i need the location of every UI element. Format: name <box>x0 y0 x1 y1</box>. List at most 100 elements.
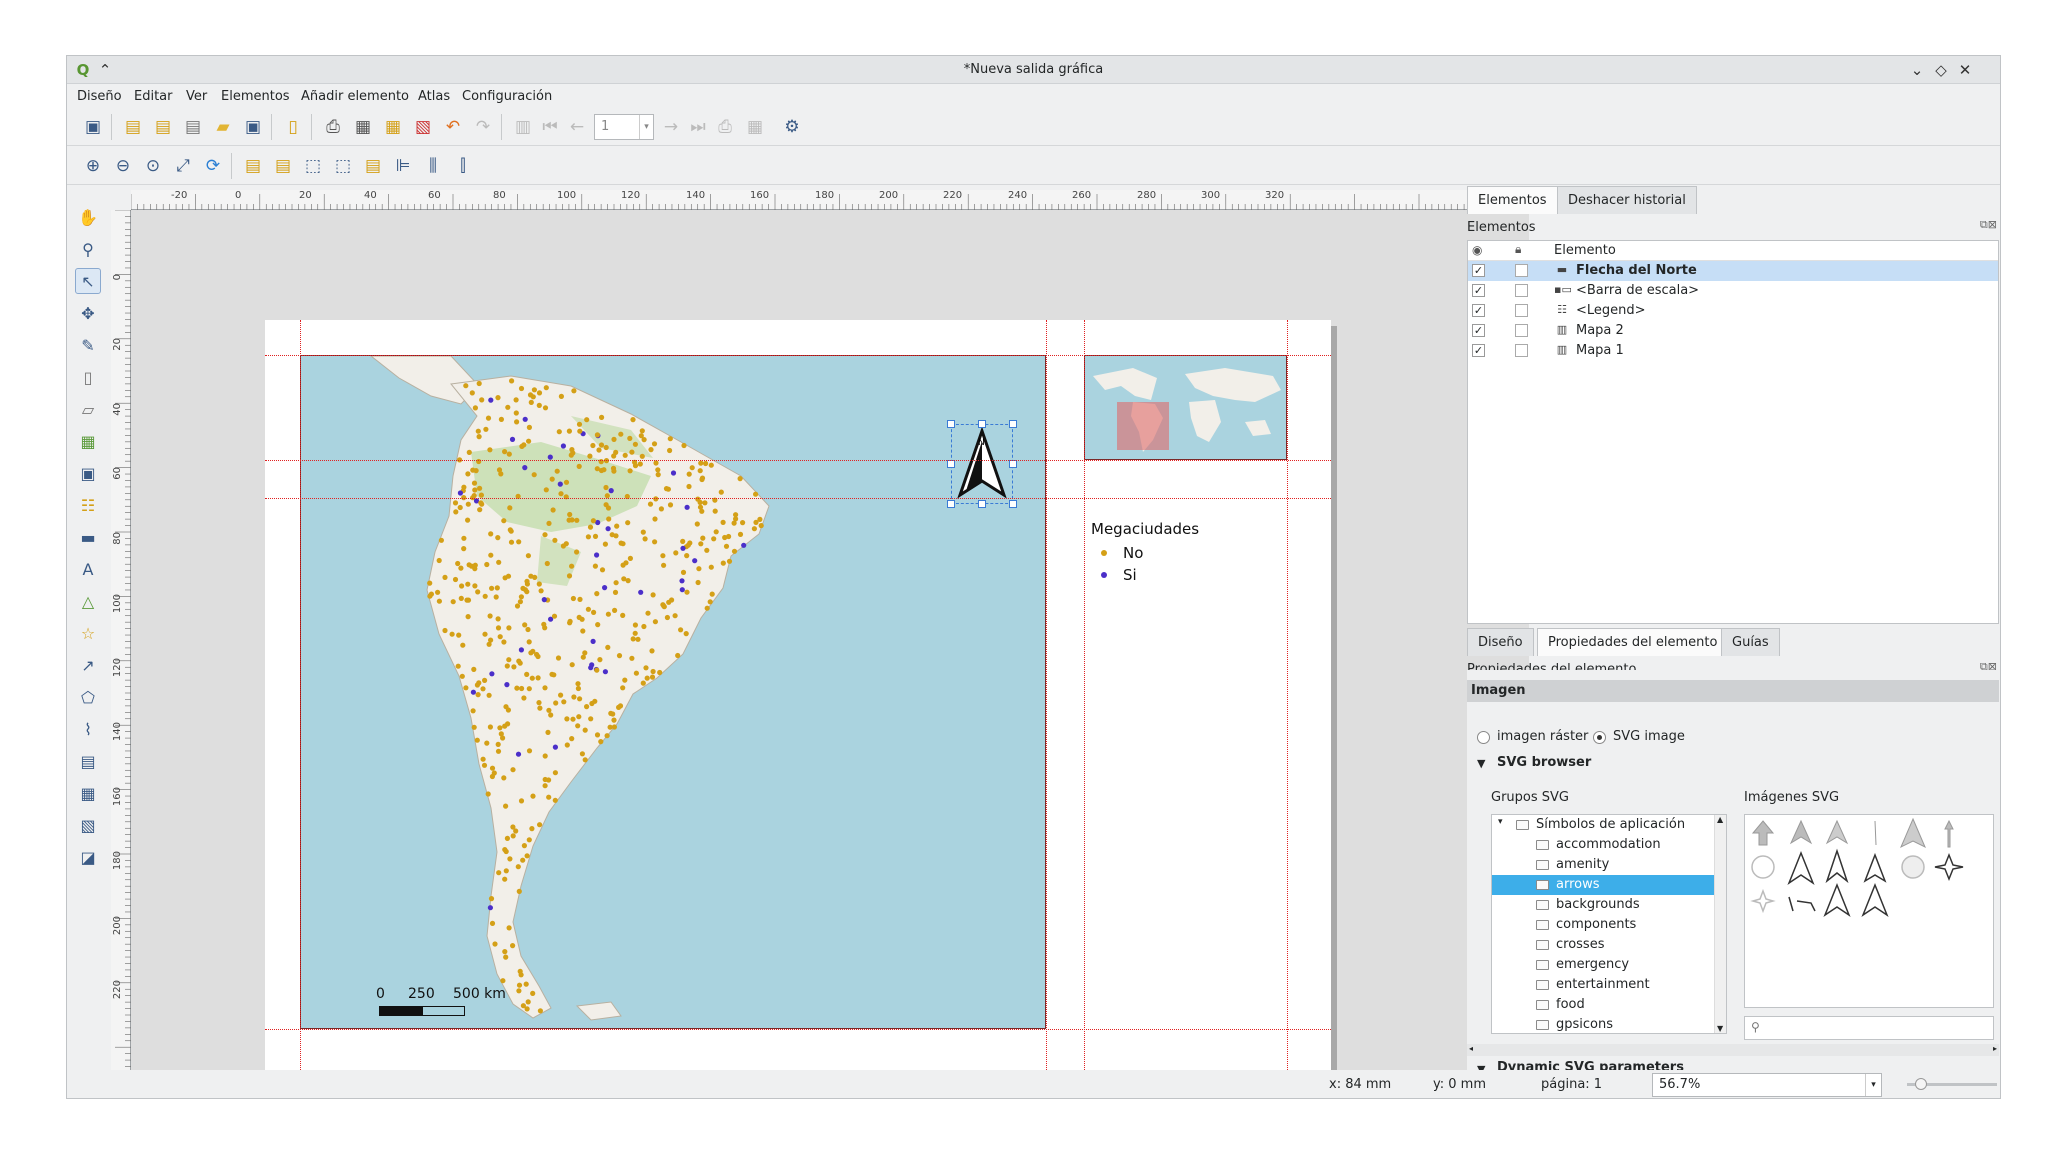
element-row-legend[interactable]: ✓ ☷ <Legend> <box>1468 301 1998 321</box>
element-row-mapa-2[interactable]: ✓ ▥ Mapa 2 <box>1468 321 1998 341</box>
menu-editar[interactable]: Editar <box>134 89 173 104</box>
layout-canvas[interactable]: N 0 250 500 km Megaciudades No Si <box>131 210 1529 1070</box>
zoom-in-icon[interactable]: ⊕ <box>80 153 106 179</box>
add-pages-icon[interactable]: ▯ <box>280 114 306 140</box>
add-marker-icon[interactable]: ☆ <box>75 620 101 646</box>
menu-anadir-elemento[interactable]: Añadir elemento <box>301 89 409 104</box>
save-template-icon[interactable]: ▣ <box>240 114 266 140</box>
refresh-icon[interactable]: ⟳ <box>200 153 226 179</box>
lock-checkbox[interactable] <box>1515 304 1528 317</box>
edit-nodes-icon[interactable]: ✎ <box>75 332 101 358</box>
add-arrow-icon[interactable]: ↗ <box>75 652 101 678</box>
chevron-down-icon[interactable]: ▾ <box>1865 1074 1881 1096</box>
scroll-up-icon[interactable]: ▲ <box>1717 815 1723 824</box>
zoom-actual-icon[interactable]: ⊙ <box>140 153 166 179</box>
zoom-full-icon[interactable]: ⤢ <box>170 153 196 179</box>
add-shape-icon[interactable]: △ <box>75 588 101 614</box>
atlas-settings-icon[interactable]: ⚙ <box>779 114 805 140</box>
radio-imagen-raster[interactable] <box>1477 731 1490 744</box>
element-row-barra[interactable]: ✓ ▪▭ <Barra de escala> <box>1468 281 1998 301</box>
previous-feature-icon[interactable]: ← <box>564 114 590 140</box>
close-icon[interactable]: ✕ <box>1955 60 1975 80</box>
add-label-icon[interactable]: A <box>75 556 101 582</box>
scroll-left-icon[interactable]: ◂ <box>1469 1044 1473 1053</box>
redo-icon[interactable]: ↷ <box>470 114 496 140</box>
expand-triangle-icon[interactable]: ▾ <box>1498 817 1503 827</box>
group-components[interactable]: components <box>1492 915 1726 935</box>
export-image-icon[interactable]: ▦ <box>350 114 376 140</box>
add-elevation-profile-icon[interactable]: ◪ <box>75 844 101 870</box>
group-entertainment[interactable]: entertainment <box>1492 975 1726 995</box>
zoom-slider-knob[interactable] <box>1915 1078 1927 1090</box>
zoom-out-icon[interactable]: ⊖ <box>110 153 136 179</box>
elements-list[interactable]: ◉ 🔒︎ Elemento ✓ ▬ Flecha del Norte ✓ ▪▭ … <box>1467 240 1999 624</box>
group-food[interactable]: food <box>1492 995 1726 1015</box>
print-icon[interactable]: ⎙ <box>320 114 346 140</box>
visible-checkbox[interactable]: ✓ <box>1472 344 1485 357</box>
scale-bar[interactable]: 0 250 500 km <box>376 986 516 1016</box>
tab-guias[interactable]: Guías <box>1721 628 1780 656</box>
last-feature-icon[interactable]: ⏭ <box>685 114 711 140</box>
layout-page[interactable]: N 0 250 500 km Megaciudades No Si <box>265 320 1331 1070</box>
dock-float-close-icon[interactable]: ⧉⊠ <box>1980 218 1997 232</box>
zoom-slider[interactable] <box>1907 1078 1997 1090</box>
lock-checkbox[interactable] <box>1515 344 1528 357</box>
raise-items-icon[interactable]: ▤ <box>240 153 266 179</box>
distribute-icon[interactable]: ⊫ <box>390 153 416 179</box>
tab-elementos[interactable]: Elementos <box>1467 186 1558 214</box>
scroll-down-icon[interactable]: ▼ <box>1717 1024 1723 1033</box>
menu-ver[interactable]: Ver <box>186 89 207 104</box>
group-simbolos-aplicacion[interactable]: ▾ Símbolos de aplicación <box>1492 815 1726 835</box>
groups-scrollbar[interactable]: ▲ ▼ <box>1714 815 1726 1033</box>
add-polyline-icon[interactable]: ⌇ <box>75 716 101 742</box>
undo-icon[interactable]: ↶ <box>440 114 466 140</box>
save-icon[interactable]: ▣ <box>80 114 106 140</box>
add-legend-icon[interactable]: ☷ <box>75 492 101 518</box>
group-items-icon[interactable]: ⬚ <box>300 153 326 179</box>
tab-diseno[interactable]: Diseño <box>1467 628 1534 656</box>
lock-items-icon[interactable]: ⫿ <box>450 153 476 179</box>
visible-checkbox[interactable]: ✓ <box>1472 324 1485 337</box>
svg-groups-tree[interactable]: ▾ Símbolos de aplicación accommodation a… <box>1491 814 1727 1034</box>
print-atlas-icon[interactable]: ⎙ <box>712 114 738 140</box>
lock-checkbox[interactable] <box>1515 264 1528 277</box>
add-picture-icon[interactable]: ▣ <box>75 460 101 486</box>
duplicate-layout-icon[interactable]: ▤ <box>150 114 176 140</box>
resize-icon[interactable]: ⫼ <box>420 153 446 179</box>
first-feature-icon[interactable]: ⏮ <box>537 114 563 140</box>
align-left-icon[interactable]: ▤ <box>360 153 386 179</box>
map-1[interactable]: N 0 250 500 km <box>300 355 1046 1029</box>
menu-configuracion[interactable]: Configuración <box>462 89 552 104</box>
menu-atlas[interactable]: Atlas <box>418 89 450 104</box>
add-fixed-table-icon[interactable]: ▧ <box>75 812 101 838</box>
svg-search-input[interactable]: ⚲ <box>1744 1016 1994 1040</box>
move-content-icon[interactable]: ✥ <box>75 300 101 326</box>
lock-checkbox[interactable] <box>1515 324 1528 337</box>
element-row-mapa-1[interactable]: ✓ ▥ Mapa 1 <box>1468 341 1998 361</box>
select-move-icon[interactable]: ↖ <box>75 268 101 294</box>
add-attribute-table-icon[interactable]: ▦ <box>75 780 101 806</box>
group-backgrounds[interactable]: backgrounds <box>1492 895 1726 915</box>
new-layout-icon[interactable]: ▤ <box>120 114 146 140</box>
ungroup-items-icon[interactable]: ⬚ <box>330 153 356 179</box>
group-crosses[interactable]: crosses <box>1492 935 1726 955</box>
pan-icon[interactable]: ✋ <box>75 204 101 230</box>
chevron-down-icon[interactable]: ▾ <box>639 115 653 139</box>
lock-checkbox[interactable] <box>1515 284 1528 297</box>
open-template-icon[interactable]: ▰ <box>210 114 236 140</box>
add-map-icon[interactable]: ▦ <box>75 428 101 454</box>
element-row-flecha[interactable]: ✓ ▬ Flecha del Norte <box>1468 261 1998 281</box>
lower-items-icon[interactable]: ▤ <box>270 153 296 179</box>
maximize-icon[interactable]: ◇ <box>1931 60 1951 80</box>
visible-checkbox[interactable]: ✓ <box>1472 304 1485 317</box>
next-feature-icon[interactable]: → <box>658 114 684 140</box>
export-atlas-icon[interactable]: ▦ <box>742 114 768 140</box>
group-gpsicons[interactable]: gpsicons <box>1492 1015 1726 1033</box>
tab-deshacer-historial[interactable]: Deshacer historial <box>1557 186 1697 214</box>
svg-images-grid[interactable] <box>1744 814 1994 1008</box>
add-html-icon[interactable]: ▤ <box>75 748 101 774</box>
map-2[interactable] <box>1084 355 1287 460</box>
tab-propiedades-elemento[interactable]: Propiedades del elemento <box>1537 628 1729 656</box>
zoom-combo[interactable]: 56.7% ▾ <box>1652 1073 1882 1097</box>
svg-browser-header[interactable]: SVG browser <box>1497 755 1591 770</box>
